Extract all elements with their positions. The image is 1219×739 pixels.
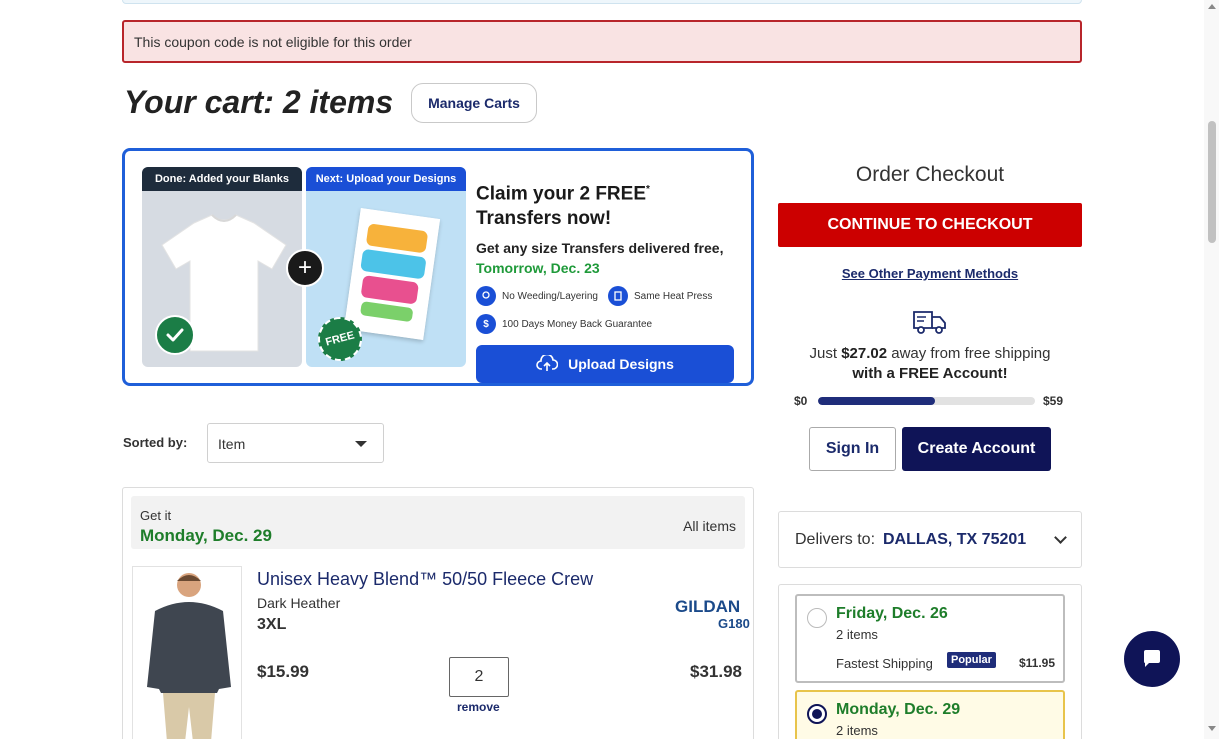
promo-title-text: Claim your 2 FREE [476,183,646,205]
progress-min-label: $0 [794,394,808,408]
ship-line2: with a FREE Account! [852,365,1008,382]
sign-in-button[interactable]: Sign In [809,427,896,471]
shipping-option-monday[interactable]: Monday, Dec. 29 2 items [795,690,1065,739]
truck-icon [913,311,946,334]
document-icon [608,286,628,306]
free-shipping-progress-bar [818,397,1035,405]
scroll-up-arrow-icon[interactable] [1208,4,1216,9]
promo-delivery-date: Tomorrow, Dec. 23 [476,260,600,276]
delivery-group-header: Get it Monday, Dec. 29 All items [131,496,745,549]
coupon-error-alert: This coupon code is not eligible for thi… [122,20,1082,63]
delivery-location-selector[interactable]: Delivers to: DALLAS, TX 75201 [778,511,1082,568]
unit-price: $15.99 [257,662,309,681]
feature-same-heat-press: Same Heat Press [608,286,712,306]
promo-title-asterisk: * [646,184,650,195]
chevron-down-icon [355,441,367,447]
scrollbar-thumb[interactable] [1208,121,1216,243]
continue-to-checkout-button[interactable]: CONTINUE TO CHECKOUT [778,203,1082,247]
ship-amount: $27.02 [841,345,888,362]
step2-label: Next: Upload your Designs [306,167,466,191]
shipping-option-radio[interactable] [807,608,827,628]
promo-subtitle-text: Get any size Transfers delivered free, [476,240,724,256]
step-added-blanks: Done: Added your Blanks [142,167,302,367]
award-icon [476,286,496,306]
plus-icon: + [286,249,324,287]
sort-select-value: Item [218,436,246,452]
chat-button[interactable] [1124,631,1180,687]
product-image[interactable] [132,566,242,739]
shipping-option-items: 2 items [836,723,878,738]
free-shipping-message: Just $27.02 away from free shipping with… [778,344,1082,384]
popular-badge: Popular [947,652,996,668]
step1-label: Done: Added your Blanks [142,167,302,191]
product-color: Dark Heather [257,595,341,611]
cart-page: This coupon code is not eligible for thi… [0,0,1219,739]
line-total: $31.98 [690,662,742,681]
check-icon [155,315,195,355]
delivers-to-label: Delivers to: [795,531,876,548]
promo-subtitle: Get any size Transfers delivered free, T… [476,238,746,278]
upload-designs-button[interactable]: Upload Designs [476,345,734,383]
quantity-input[interactable]: 2 [449,657,509,697]
progress-fill [818,397,936,405]
remove-link[interactable]: remove [457,700,500,714]
get-it-label: Get it [140,508,172,523]
top-notice-strip [122,0,1082,4]
shipping-option-items: 2 items [836,627,878,642]
sort-select[interactable]: Item [207,423,384,463]
manage-carts-button[interactable]: Manage Carts [411,83,537,123]
feature-label: No Weeding/Layering [502,290,598,302]
upload-cloud-icon [536,355,559,371]
feature-money-back: $ 100 Days Money Back Guarantee [476,314,652,334]
chat-icon [1144,650,1160,667]
brand-logo: GILDAN [675,597,741,616]
shipping-option-date: Friday, Dec. 26 [836,605,948,622]
feature-label: 100 Days Money Back Guarantee [502,318,653,330]
product-name-link[interactable]: Unisex Heavy Blend™ 50/50 Fleece Crew [257,569,593,590]
dollar-icon: $ [476,314,496,334]
upload-designs-label: Upload Designs [568,356,674,372]
delivery-location: DALLAS, TX 75201 [883,531,1027,548]
feature-label: Same Heat Press [634,290,713,302]
chevron-down-icon [1054,531,1067,544]
page-scrollbar[interactable] [1204,0,1219,739]
coupon-error-text: This coupon code is not eligible for thi… [134,34,412,50]
sweatshirt-model-image [133,567,241,739]
promo-title: Claim your 2 FREE* Transfers now! [476,177,746,231]
step-upload-designs: Next: Upload your Designs FREE [306,167,466,367]
free-transfers-promo: Done: Added your Blanks + Next: Upload y… [122,148,754,386]
other-payment-methods-link[interactable]: See Other Payment Methods [778,266,1082,281]
product-size: 3XL [257,616,287,633]
promo-title-line2: Transfers now! [476,208,612,230]
ship-prefix: Just [809,345,842,362]
all-items-label: All items [683,518,736,534]
cart-title: Your cart: 2 items [124,84,394,120]
progress-max-label: $59 [1043,394,1064,408]
brand-style-code: G180 [718,616,750,631]
ship-suffix: away from free shipping [887,345,1051,362]
shipping-option-date: Monday, Dec. 29 [836,701,961,718]
cart-items-panel: Get it Monday, Dec. 29 All items Unisex … [122,487,754,739]
group-delivery-date: Monday, Dec. 29 [140,526,272,545]
shipping-option-method: Fastest Shipping [836,656,933,671]
order-checkout-title: Order Checkout [855,163,1005,186]
shipping-options: Friday, Dec. 26 2 items Fastest Shipping… [778,584,1082,739]
create-account-button[interactable]: Create Account [902,427,1051,471]
feature-no-weeding: No Weeding/Layering [476,286,598,306]
sorted-by-label: Sorted by: [123,435,188,450]
design-poster-image [343,208,441,340]
shipping-option-friday[interactable]: Friday, Dec. 26 2 items Fastest Shipping… [795,594,1065,683]
shipping-option-price: $11.95 [1018,656,1055,670]
scroll-down-arrow-icon[interactable] [1208,726,1216,731]
shipping-option-radio-selected[interactable] [807,704,827,724]
